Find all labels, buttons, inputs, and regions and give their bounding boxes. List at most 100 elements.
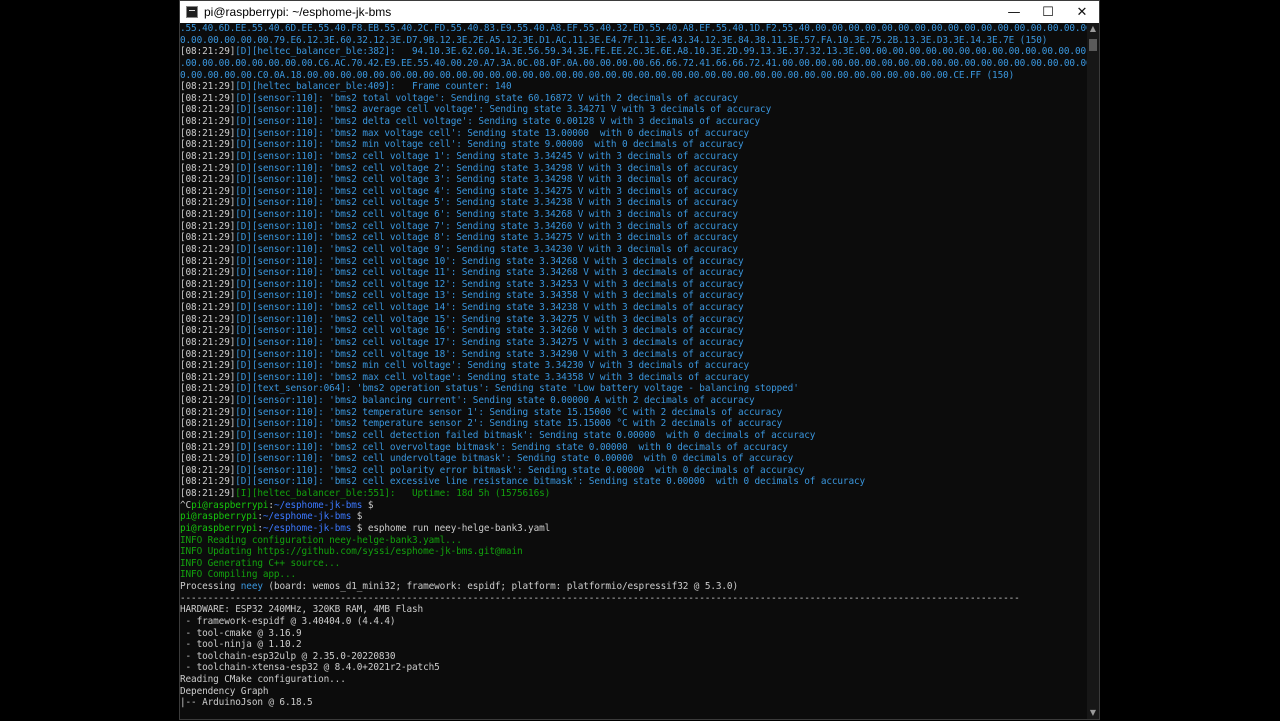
terminal-line: [08:21:29][D][sensor:110]: 'bms2 cell vo… xyxy=(180,163,1087,175)
terminal-line: [08:21:29][D][sensor:110]: 'bms2 cell vo… xyxy=(180,197,1087,209)
terminal-line: [08:21:29][D][sensor:110]: 'bms2 cell vo… xyxy=(180,325,1087,337)
terminal-text-segment: ~/esphome-jk-bms xyxy=(262,511,352,523)
terminal-line: [08:21:29][D][sensor:110]: 'bms2 cell vo… xyxy=(180,290,1087,302)
terminal-text-segment: [D] xyxy=(235,209,252,220)
terminal-line: Reading CMake configuration... xyxy=(180,674,1087,686)
terminal-text-segment: [D] xyxy=(235,162,252,174)
terminal-text-segment: [sensor:110]: 'bms2 min voltage cell': S… xyxy=(251,139,744,151)
terminal-text-segment: pi@raspberrypi xyxy=(191,499,269,511)
terminal-text-segment: [heltec_balancer_ble:551]: Uptime: 18d 5… xyxy=(251,488,551,499)
terminal-text-segment: [sensor:110]: 'bms2 cell polarity error … xyxy=(251,464,805,476)
terminal-line: [08:21:29][D][sensor:110]: 'bms2 cell vo… xyxy=(180,302,1087,314)
terminal-line: [08:21:29][D][sensor:110]: 'bms2 cell vo… xyxy=(180,174,1087,186)
terminal-text-segment: [D] xyxy=(235,406,252,418)
terminal-text-segment: [sensor:110]: 'bms2 cell voltage 2': Sen… xyxy=(251,162,738,174)
terminal-text-segment: [sensor:110]: 'bms2 cell excessive line … xyxy=(251,476,866,488)
terminal-line: 0.00.00.00.00.C0.0A.18.00.00.00.00.00.00… xyxy=(180,70,1087,82)
terminal-text-segment: [sensor:110]: 'bms2 cell voltage 11': Se… xyxy=(251,267,744,279)
terminal-text-segment: [08:21:29] xyxy=(180,174,236,186)
terminal-text-segment: [sensor:110]: 'bms2 cell voltage 14': Se… xyxy=(251,302,744,313)
terminal-line: [08:21:29][D][sensor:110]: 'bms2 min cel… xyxy=(180,360,1087,372)
terminal-text-segment: [08:21:29] xyxy=(180,243,236,255)
scroll-up-arrow-icon[interactable]: ▲ xyxy=(1087,23,1099,35)
terminal-text-segment: [08:21:29] xyxy=(180,139,236,151)
terminal-text-segment: INFO Reading configuration neey-helge-ba… xyxy=(180,534,462,546)
terminal-line: ----------------------------------------… xyxy=(180,593,1087,605)
title-bar[interactable]: pi@raspberrypi: ~/esphome-jk-bms — ☐ ✕ xyxy=(180,1,1099,23)
terminal-text-segment: [heltec_balancer_ble:409]: Frame counter… xyxy=(251,81,512,93)
terminal-text-segment: [D] xyxy=(235,429,252,441)
terminal-text-segment: [sensor:110]: 'bms2 cell voltage 8': Sen… xyxy=(251,232,738,244)
terminal-text-segment: [sensor:110]: 'bms2 cell detection faile… xyxy=(251,429,816,441)
scroll-down-arrow-icon[interactable]: ▼ xyxy=(1087,707,1099,719)
terminal-line: [08:21:29][D][sensor:110]: 'bms2 cell vo… xyxy=(180,232,1087,244)
terminal-line: HARDWARE: ESP32 240MHz, 320KB RAM, 4MB F… xyxy=(180,604,1087,616)
scrollbar-thumb[interactable] xyxy=(1089,39,1097,51)
close-button[interactable]: ✕ xyxy=(1065,1,1099,23)
terminal-text-segment: [D] xyxy=(235,371,252,383)
minimize-button[interactable]: — xyxy=(997,1,1031,23)
terminal-text-segment: [08:21:29] xyxy=(180,429,236,441)
terminal-line: [08:21:29][D][sensor:110]: 'bms2 cell vo… xyxy=(180,221,1087,233)
terminal-text-segment: [D] xyxy=(235,418,252,430)
terminal-line: ^Cpi@raspberrypi:~/esphome-jk-bms $ xyxy=(180,500,1087,512)
terminal-text-segment: [sensor:110]: 'bms2 cell voltage 17': Se… xyxy=(251,336,744,348)
terminal-text-segment: pi@raspberrypi xyxy=(180,522,258,534)
terminal-line: [08:21:29][D][sensor:110]: 'bms2 cell vo… xyxy=(180,244,1087,256)
terminal-text-segment: ~/esphome-jk-bms xyxy=(262,522,352,534)
terminal-text-segment: - tool-cmake @ 3.16.9 xyxy=(180,627,302,639)
terminal-line: INFO Compiling app... xyxy=(180,569,1087,581)
terminal-text-segment: - tool-ninja @ 1.10.2 xyxy=(180,639,302,651)
terminal-line: |-- ArduinoJson @ 6.18.5 xyxy=(180,697,1087,709)
window-title: pi@raspberrypi: ~/esphome-jk-bms xyxy=(204,5,392,19)
terminal-text-segment: [08:21:29] xyxy=(180,383,236,395)
terminal-text-segment: ~/esphome-jk-bms xyxy=(273,499,363,511)
terminal-text-segment: [sensor:110]: 'bms2 cell voltage 15': Se… xyxy=(251,313,744,325)
vertical-scrollbar[interactable]: ▲ ▼ xyxy=(1087,23,1099,719)
terminal-text-segment: [D] xyxy=(235,395,252,406)
terminal-line: [08:21:29][D][sensor:110]: 'bms2 cell un… xyxy=(180,453,1087,465)
terminal-text-segment: 0.00.00.00.00.C0.0A.18.00.00.00.00.00.00… xyxy=(180,69,1015,81)
terminal-line: [08:21:29][D][sensor:110]: 'bms2 balanci… xyxy=(180,395,1087,407)
terminal-line: [08:21:29][D][sensor:110]: 'bms2 tempera… xyxy=(180,418,1087,430)
terminal-text-segment: [08:21:29] xyxy=(180,92,236,104)
terminal-text-segment: [08:21:29] xyxy=(180,150,236,162)
terminal-text-segment: [08:21:29] xyxy=(180,220,236,232)
terminal-line: [08:21:29][D][sensor:110]: 'bms2 min vol… xyxy=(180,139,1087,151)
maximize-button[interactable]: ☐ xyxy=(1031,1,1065,23)
terminal-text-segment: INFO Compiling app... xyxy=(180,569,297,581)
terminal-text-segment: [sensor:110]: 'bms2 cell voltage 4': Sen… xyxy=(251,185,738,197)
terminal-text-segment: [D] xyxy=(235,336,252,348)
terminal-text-segment: [08:21:29] xyxy=(180,371,236,383)
terminal-line: [08:21:29][D][text_sensor:064]: 'bms2 op… xyxy=(180,383,1087,395)
terminal-text-segment: [sensor:110]: 'bms2 cell voltage 13': Se… xyxy=(251,290,744,302)
terminal-text-segment: [D] xyxy=(235,453,252,465)
terminal-text-segment: pi@raspberrypi xyxy=(180,511,258,523)
terminal-text-segment: [08:21:29] xyxy=(180,232,236,244)
terminal-line: [08:21:29][D][sensor:110]: 'bms2 cell vo… xyxy=(180,279,1087,291)
terminal-line: [08:21:29][D][sensor:110]: 'bms2 cell po… xyxy=(180,465,1087,477)
terminal-line: [08:21:29][D][sensor:110]: 'bms2 total v… xyxy=(180,93,1087,105)
terminal-text-segment: $ xyxy=(351,511,363,523)
terminal-line: [08:21:29][D][sensor:110]: 'bms2 cell ex… xyxy=(180,476,1087,488)
terminal-text-segment: [sensor:110]: 'bms2 cell voltage 6': Sen… xyxy=(251,209,738,220)
terminal-line: .00.00.00.00.00.00.00.00.C6.AC.70.42.E9.… xyxy=(180,58,1087,70)
terminal-text-segment: [08:21:29] xyxy=(180,418,236,430)
terminal-text-segment: [D] xyxy=(235,197,252,209)
terminal-text-segment: [08:21:29] xyxy=(180,488,236,499)
terminal-text-segment: [D] xyxy=(235,464,252,476)
terminal-text-segment: [D] xyxy=(235,313,252,325)
terminal-text-segment: [sensor:110]: 'bms2 min cell voltage': S… xyxy=(251,360,750,372)
terminal-output[interactable]: .55.40.6D.EE.55.40.6D.EE.55.40.F8.EB.55.… xyxy=(180,23,1087,721)
terminal-text-segment: [D] xyxy=(235,150,252,162)
terminal-text-segment: INFO Updating https://github.com/syssi/e… xyxy=(180,546,523,558)
terminal-text-segment: [D] xyxy=(235,476,252,488)
terminal-text-segment: [D] xyxy=(235,348,252,360)
terminal-line: [08:21:29][D][sensor:110]: 'bms2 cell vo… xyxy=(180,349,1087,361)
terminal-text-segment: [D] xyxy=(235,46,252,58)
terminal-text-segment: [D] xyxy=(235,441,252,453)
terminal-line: pi@raspberrypi:~/esphome-jk-bms $ xyxy=(180,511,1087,523)
terminal-text-segment: [08:21:29] xyxy=(180,348,236,360)
terminal-text-segment: [D] xyxy=(235,325,252,337)
terminal-text-segment: - framework-espidf @ 3.40404.0 (4.4.4) xyxy=(180,615,396,627)
